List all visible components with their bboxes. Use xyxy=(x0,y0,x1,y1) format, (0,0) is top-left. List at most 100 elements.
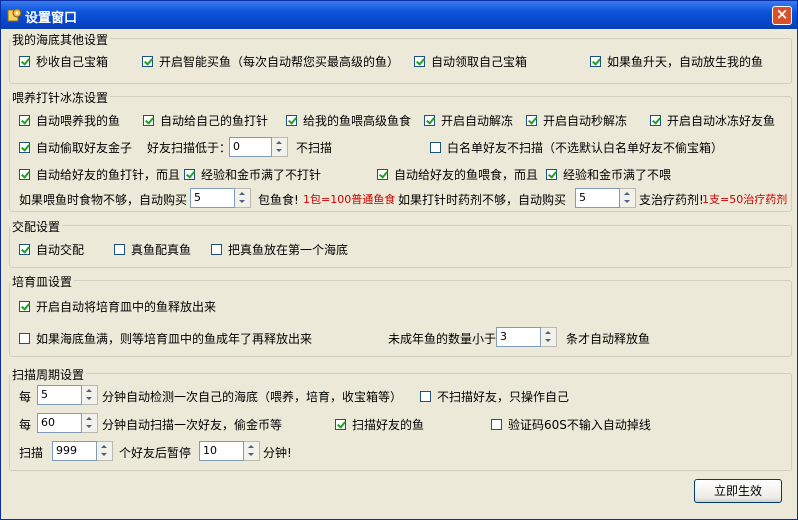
chevron-down-icon[interactable] xyxy=(276,149,282,152)
checkbox-box[interactable] xyxy=(19,169,30,180)
checkbox-box[interactable] xyxy=(430,142,441,153)
food-unit-label: 包鱼食! xyxy=(258,193,299,207)
checkbox-box[interactable] xyxy=(590,56,601,67)
buy-med-stepper[interactable]: 5 xyxy=(575,188,636,208)
checkbox-box[interactable] xyxy=(377,169,388,180)
checkbox-box[interactable] xyxy=(19,333,30,344)
spinner-arrows[interactable] xyxy=(541,327,557,347)
checkbox-box[interactable] xyxy=(546,169,557,180)
checkbox-auto-inject-own[interactable]: 自动给自己的鱼打针 xyxy=(143,112,268,129)
checkbox-wait-adult[interactable]: 如果海底鱼满，则等培育皿中的鱼成年了再释放出来 xyxy=(19,330,312,347)
checkbox-box[interactable] xyxy=(19,142,30,153)
checkbox-auto-claim-chest[interactable]: 自动领取自己宝箱 xyxy=(414,53,527,70)
checkbox-box[interactable] xyxy=(414,56,425,67)
checkbox-box[interactable] xyxy=(142,56,153,67)
friend-interval-input[interactable]: 60 xyxy=(37,413,82,433)
spinner-arrows[interactable] xyxy=(272,137,288,157)
chevron-up-icon[interactable] xyxy=(101,445,107,448)
checkbox-box[interactable] xyxy=(19,56,30,67)
group-label: 我的海底其他设置 xyxy=(10,31,111,48)
pause-minutes-input[interactable]: 10 xyxy=(199,441,244,461)
chevron-down-icon[interactable] xyxy=(239,200,245,203)
checkbox-auto-collect-chest[interactable]: 秒收自己宝箱 xyxy=(19,53,108,70)
friend-interval-stepper[interactable]: 60 xyxy=(37,413,98,433)
checkbox-box[interactable] xyxy=(526,115,537,126)
chevron-up-icon[interactable] xyxy=(624,192,630,195)
checkbox-whitelist-skip[interactable]: 白名单好友不扫描（不选默认白名单好友不偷宝箱） xyxy=(430,139,723,156)
title-bar[interactable]: 设置窗口 × xyxy=(1,1,797,29)
med-note: 1支=50治疗药剂 xyxy=(702,193,788,206)
gear-settings-icon xyxy=(7,8,22,22)
spinner-arrows[interactable] xyxy=(82,413,98,433)
chevron-up-icon[interactable] xyxy=(86,389,92,392)
min-count-input[interactable]: 3 xyxy=(496,327,541,347)
checkbox-steal-gold[interactable]: 自动偷取好友金子 xyxy=(19,139,132,156)
buy-food-input[interactable]: 5 xyxy=(190,188,235,208)
buy-med-input[interactable]: 5 xyxy=(575,188,620,208)
checkbox-box[interactable] xyxy=(424,115,435,126)
settings-window: 设置窗口 × 我的海底其他设置 秒收自己宝箱 开启智能买鱼（每次自动帮您买最高级… xyxy=(0,0,798,520)
checkbox-captcha-timeout[interactable]: 验证码60S不输入自动掉线 xyxy=(491,416,651,433)
checkbox-no-friend-scan[interactable]: 不扫描好友，只操作自己 xyxy=(420,388,569,405)
checkbox-auto-mate[interactable]: 自动交配 xyxy=(19,241,84,258)
spinner-arrows[interactable] xyxy=(235,188,251,208)
pause-after-input[interactable]: 999 xyxy=(52,441,97,461)
checkbox-smart-buy-fish[interactable]: 开启智能买鱼（每次自动帮您买最高级的鱼） xyxy=(142,53,399,70)
checkbox-box[interactable] xyxy=(143,115,154,126)
checkbox-premium-food[interactable]: 给我的鱼喂高级鱼食 xyxy=(286,112,411,129)
checkbox-box[interactable] xyxy=(19,301,30,312)
apply-button[interactable]: 立即生效 xyxy=(694,479,782,503)
pause-after-stepper[interactable]: 999 xyxy=(52,441,113,461)
checkbox-auto-release[interactable]: 开启自动将培育皿中的鱼释放出来 xyxy=(19,298,216,315)
checkbox-auto-thaw[interactable]: 开启自动解冻 xyxy=(424,112,513,129)
scan-low-input[interactable]: 0 xyxy=(229,137,272,157)
spinner-arrows[interactable] xyxy=(620,188,636,208)
chevron-down-icon[interactable] xyxy=(545,339,551,342)
spinner-arrows[interactable] xyxy=(97,441,113,461)
chevron-down-icon[interactable] xyxy=(86,397,92,400)
checkbox-release-ascended-fish[interactable]: 如果鱼升天，自动放生我的鱼 xyxy=(590,53,763,70)
chevron-down-icon[interactable] xyxy=(101,453,107,456)
checkbox-box[interactable] xyxy=(19,244,30,255)
chevron-up-icon[interactable] xyxy=(239,192,245,195)
checkbox-box[interactable] xyxy=(286,115,297,126)
checkbox-box[interactable] xyxy=(19,115,30,126)
chevron-up-icon[interactable] xyxy=(545,331,551,334)
checkbox-real-fish-first-sea[interactable]: 把真鱼放在第一个海底 xyxy=(211,241,348,258)
chevron-down-icon[interactable] xyxy=(248,453,254,456)
chevron-down-icon[interactable] xyxy=(86,425,92,428)
self-interval-stepper[interactable]: 5 xyxy=(37,385,98,405)
chevron-up-icon[interactable] xyxy=(276,141,282,144)
close-button[interactable]: × xyxy=(772,5,792,25)
checkbox-box[interactable] xyxy=(420,391,431,402)
self-interval-input[interactable]: 5 xyxy=(37,385,82,405)
self-interval-suffix: 分钟自动检测一次自己的海底（喂养，培育，收宝箱等） xyxy=(102,390,403,404)
checkbox-feed-skip-full[interactable]: 经验和金币满了不喂 xyxy=(546,166,671,183)
chevron-down-icon[interactable] xyxy=(624,200,630,203)
checkbox-scan-friend-fish[interactable]: 扫描好友的鱼 xyxy=(335,416,424,433)
checkbox-box[interactable] xyxy=(491,419,502,430)
checkbox-freeze-friends[interactable]: 开启自动冰冻好友鱼 xyxy=(650,112,775,129)
med-unit-label: 支治疗药剂! xyxy=(639,193,704,207)
chevron-up-icon[interactable] xyxy=(248,445,254,448)
pause-minutes-stepper[interactable]: 10 xyxy=(199,441,260,461)
scan-low-stepper[interactable]: 0 xyxy=(229,137,288,157)
checkbox-box[interactable] xyxy=(114,244,125,255)
checkbox-inject-skip-full[interactable]: 经验和金币满了不打针 xyxy=(184,166,321,183)
min-count-stepper[interactable]: 3 xyxy=(496,327,557,347)
spinner-arrows[interactable] xyxy=(244,441,260,461)
chevron-up-icon[interactable] xyxy=(86,417,92,420)
checkbox-real-fish-pair[interactable]: 真鱼配真鱼 xyxy=(114,241,191,258)
checkbox-inject-friends[interactable]: 自动给好友的鱼打针，而且 xyxy=(19,166,180,183)
checkbox-box[interactable] xyxy=(650,115,661,126)
buy-food-stepper[interactable]: 5 xyxy=(190,188,251,208)
checkbox-box[interactable] xyxy=(211,244,222,255)
no-scan-label: 不扫描 xyxy=(296,141,333,155)
checkbox-auto-feed[interactable]: 自动喂养我的鱼 xyxy=(19,112,120,129)
checkbox-box[interactable] xyxy=(184,169,195,180)
spinner-arrows[interactable] xyxy=(82,385,98,405)
checkbox-instant-thaw[interactable]: 开启自动秒解冻 xyxy=(526,112,627,129)
checkbox-feed-friends[interactable]: 自动给好友的鱼喂食，而且 xyxy=(377,166,538,183)
group-dish-settings: 培育皿设置 开启自动将培育皿中的鱼释放出来 如果海底鱼满，则等培育皿中的鱼成年了… xyxy=(9,273,792,357)
checkbox-box[interactable] xyxy=(335,419,346,430)
